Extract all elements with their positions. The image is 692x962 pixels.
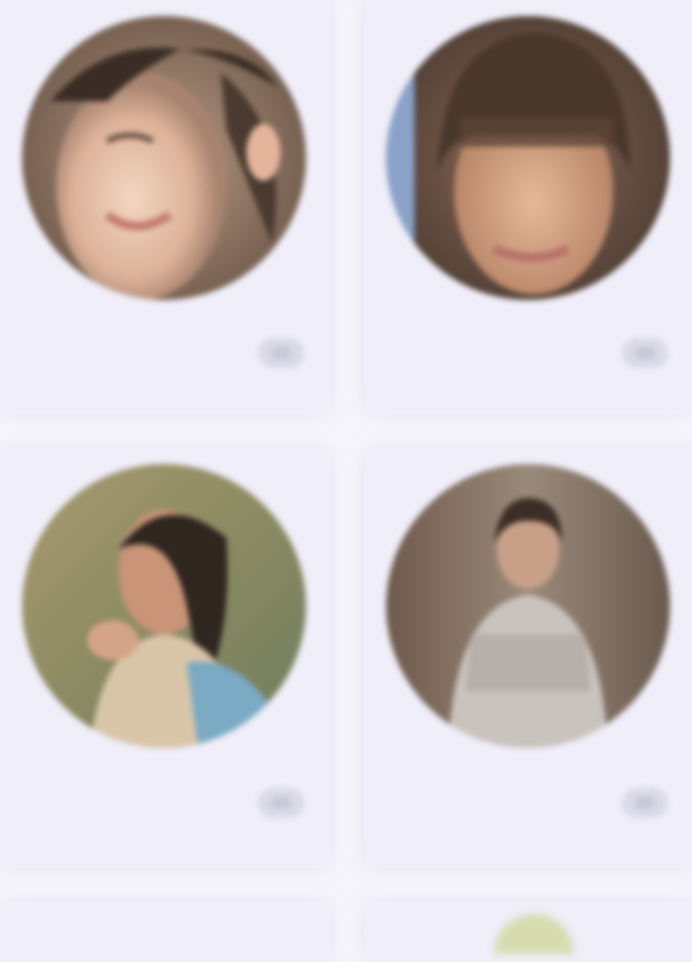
profile-grid xyxy=(0,0,692,962)
more-icon xyxy=(271,797,291,809)
profile-card[interactable] xyxy=(0,448,330,868)
profile-avatar xyxy=(22,464,306,748)
more-icon xyxy=(271,347,291,359)
profile-card[interactable] xyxy=(364,902,692,962)
more-button[interactable] xyxy=(258,338,304,368)
profile-avatar xyxy=(22,16,306,300)
more-button[interactable] xyxy=(622,788,668,818)
more-button[interactable] xyxy=(258,788,304,818)
profile-card[interactable] xyxy=(364,0,692,414)
more-icon xyxy=(635,347,655,359)
profile-avatar xyxy=(386,464,670,748)
profile-card[interactable] xyxy=(364,448,692,868)
profile-card[interactable] xyxy=(0,0,330,414)
profile-avatar xyxy=(386,16,670,300)
profile-avatar xyxy=(494,914,574,954)
more-icon xyxy=(635,797,655,809)
profile-card[interactable] xyxy=(0,902,330,962)
more-button[interactable] xyxy=(622,338,668,368)
